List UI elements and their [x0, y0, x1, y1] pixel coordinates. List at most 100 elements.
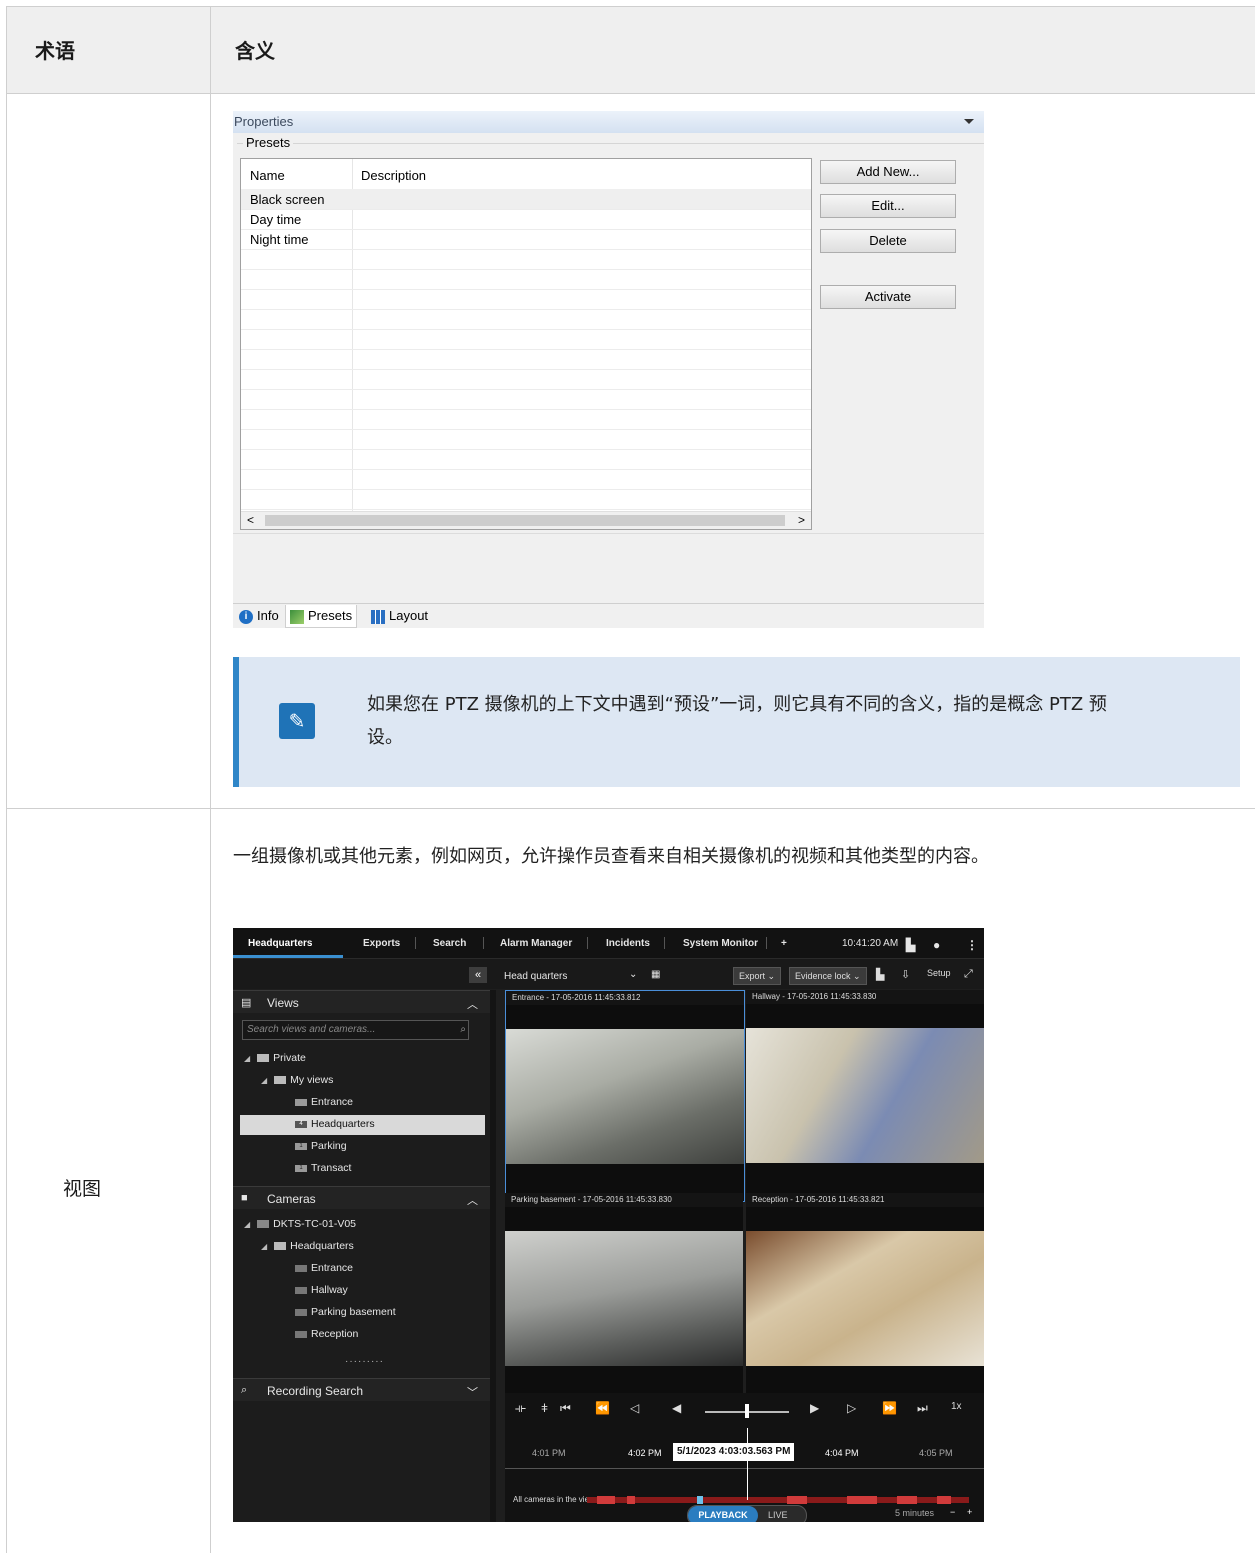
- tab-layout-label: Layout: [389, 608, 429, 623]
- expand-icon[interactable]: ◢: [261, 1076, 267, 1085]
- properties-tabs: i Info Presets Layout: [233, 603, 984, 629]
- tree-view-transact[interactable]: 1 Transact: [295, 1162, 351, 1174]
- search-icon[interactable]: ⌕: [460, 1021, 466, 1039]
- camera-tile-hallway[interactable]: Hallway - 17-05-2016 11:45:33.830: [746, 990, 984, 1200]
- add-tab-button[interactable]: +: [781, 938, 787, 949]
- last-icon[interactable]: ⏭: [917, 1401, 928, 1416]
- tree-cam-folder[interactable]: ◢ Headquarters: [261, 1240, 354, 1252]
- notes-icon[interactable]: ▙: [906, 938, 915, 952]
- mode-toggle[interactable]: PLAYBACK LIVE: [687, 1505, 807, 1522]
- tree-my-views[interactable]: ◢ My views: [261, 1074, 333, 1086]
- tab-presets[interactable]: Presets: [285, 605, 358, 628]
- more-icon[interactable]: ⋮: [966, 938, 978, 952]
- export-icon[interactable]: ⇩: [901, 968, 910, 981]
- activate-button[interactable]: Activate: [820, 285, 956, 309]
- fullscreen-icon[interactable]: ⤢: [964, 968, 973, 981]
- tree-view-entrance[interactable]: Entrance: [295, 1096, 353, 1108]
- first-icon[interactable]: ⏮: [560, 1401, 571, 1416]
- previous-frame-icon[interactable]: ◁: [630, 1401, 639, 1415]
- camera-grid-icon[interactable]: ▦: [651, 969, 660, 980]
- speed-slider-knob[interactable]: [745, 1404, 749, 1418]
- edit-button[interactable]: Edit...: [820, 194, 956, 218]
- tab-layout[interactable]: Layout: [367, 605, 432, 627]
- zoom-out-icon[interactable]: −: [950, 1507, 955, 1517]
- tab-headquarters[interactable]: Headquarters: [248, 938, 312, 949]
- list-item[interactable]: Black screen: [241, 189, 811, 210]
- expand-icon[interactable]: ◢: [244, 1220, 250, 1229]
- play-reverse-icon[interactable]: ◀: [672, 1401, 681, 1415]
- tab-info[interactable]: i Info: [235, 605, 283, 627]
- evidence-lock-button[interactable]: Evidence lock ⌄: [789, 967, 867, 985]
- next-sequence-icon[interactable]: ⏩: [882, 1401, 897, 1415]
- camera-tile-entrance[interactable]: Entrance - 17-05-2016 11:45:33.812: [505, 990, 745, 1202]
- view-layout-icon: 1: [295, 1164, 307, 1172]
- col-description[interactable]: Description: [361, 168, 426, 183]
- tab-alarm-manager[interactable]: Alarm Manager: [500, 938, 572, 949]
- col-name[interactable]: Name: [250, 168, 285, 183]
- tree-camera[interactable]: Entrance: [295, 1262, 353, 1274]
- list-item[interactable]: Day time: [241, 209, 811, 230]
- list-header: Name Description: [241, 159, 811, 190]
- zoom-in-icon[interactable]: +: [967, 1507, 972, 1517]
- tree-camera[interactable]: Parking basement: [295, 1306, 396, 1318]
- speed-selector[interactable]: 1x: [951, 1401, 962, 1412]
- camera-feed-image: [746, 1231, 984, 1366]
- tree-view-headquarters[interactable]: 4 Headquarters: [295, 1118, 375, 1130]
- camera-tile-parking[interactable]: Parking basement - 17-05-2016 11:45:33.8…: [505, 1193, 743, 1403]
- horizontal-scrollbar[interactable]: < >: [241, 511, 811, 529]
- bookmark-icon[interactable]: ▙: [876, 968, 884, 981]
- tab-system-monitor[interactable]: System Monitor: [683, 938, 758, 949]
- playback-button[interactable]: PLAYBACK: [688, 1506, 758, 1522]
- list-item[interactable]: Night time: [241, 229, 811, 250]
- presets-list[interactable]: Name Description Black screen Day time N…: [240, 158, 812, 530]
- cameras-title: Cameras: [267, 1192, 316, 1206]
- collapse-icon[interactable]: ︿: [467, 996, 478, 1012]
- add-new-button[interactable]: Add New...: [820, 160, 956, 184]
- cameras-header[interactable]: ■ Cameras ︿: [233, 1186, 490, 1209]
- view-selector[interactable]: Head quarters: [504, 971, 567, 982]
- collapse-pane-icon[interactable]: «: [469, 967, 487, 983]
- dropdown-arrow-icon[interactable]: [964, 119, 974, 124]
- tab-search[interactable]: Search: [433, 938, 466, 949]
- chevron-down-icon[interactable]: ﹀: [467, 1384, 478, 1400]
- resize-handle[interactable]: ·········: [345, 1356, 384, 1367]
- time-cursor[interactable]: [747, 1428, 748, 1500]
- views-header[interactable]: ▤ Views ︿: [233, 990, 490, 1013]
- tab-exports[interactable]: Exports: [363, 938, 400, 949]
- top-tab-bar: Headquarters Exports Search Alarm Manage…: [233, 928, 984, 959]
- setup-button[interactable]: Setup: [927, 968, 951, 978]
- tree-camera[interactable]: Hallway: [295, 1284, 348, 1296]
- play-forward-icon[interactable]: ▶: [810, 1401, 819, 1415]
- expand-icon[interactable]: ◢: [244, 1054, 250, 1063]
- mark-range-icon[interactable]: ⟛: [515, 1401, 526, 1416]
- user-icon[interactable]: ●: [933, 938, 940, 952]
- next-frame-icon[interactable]: ▷: [847, 1401, 856, 1415]
- presets-icon: [290, 609, 304, 624]
- recording-search-header[interactable]: ⌕ Recording Search ﹀: [233, 1378, 490, 1401]
- delete-button[interactable]: Delete: [820, 229, 956, 253]
- tree-view-parking[interactable]: 1 Parking: [295, 1140, 347, 1152]
- collapse-icon[interactable]: ︿: [467, 1192, 478, 1208]
- previous-sequence-icon[interactable]: ⏪: [595, 1401, 610, 1415]
- tree-server[interactable]: ◢ DKTS-TC-01-V05: [244, 1218, 356, 1230]
- export-button[interactable]: Export ⌄: [733, 967, 782, 985]
- timeline-ruler[interactable]: [505, 1468, 984, 1476]
- all-cameras-label: All cameras in the view: [513, 1495, 595, 1504]
- search-input[interactable]: Search views and cameras... ⌕: [242, 1020, 469, 1040]
- mark-point-icon[interactable]: ǂ: [541, 1401, 548, 1415]
- live-button[interactable]: LIVE: [768, 1506, 788, 1522]
- tab-incidents[interactable]: Incidents: [606, 938, 650, 949]
- scroll-right-icon[interactable]: >: [798, 513, 805, 527]
- recording-track[interactable]: [587, 1496, 969, 1504]
- scroll-left-icon[interactable]: <: [247, 513, 254, 527]
- tree-private[interactable]: ◢ Private: [244, 1052, 306, 1064]
- chevron-down-icon[interactable]: ⌄: [629, 969, 637, 980]
- expand-icon[interactable]: ◢: [261, 1242, 267, 1251]
- tree-camera[interactable]: Reception: [295, 1328, 358, 1340]
- pane-divider[interactable]: [490, 990, 496, 1522]
- time-label: 4:05 PM: [919, 1448, 953, 1458]
- presets-group: Presets Name Description Black screen Da…: [237, 135, 984, 534]
- scroll-thumb[interactable]: [265, 515, 785, 526]
- camera-tile-reception[interactable]: Reception - 17-05-2016 11:45:33.821: [746, 1193, 984, 1403]
- tile-caption: Hallway - 17-05-2016 11:45:33.830: [746, 990, 984, 1004]
